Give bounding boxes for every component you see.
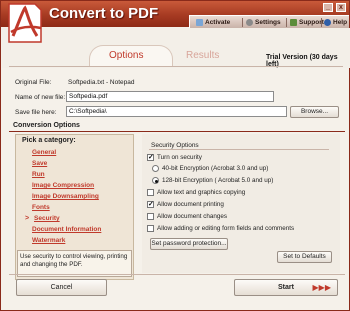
help-button[interactable]: Help [324, 18, 347, 27]
encryption-128-label: 128-bit Encryption ( Acrobat 5.0 and up) [162, 177, 274, 184]
activate-icon [196, 19, 203, 26]
category-security[interactable]: Security [34, 215, 60, 222]
toolbar-divider [286, 18, 287, 27]
divider [149, 149, 329, 150]
browse-button[interactable]: Browse... [290, 106, 339, 118]
original-file-label: Original File: [15, 79, 52, 86]
top-toolbar: Activate Settings Support Help [189, 15, 349, 28]
allow-print-label: Allow document printing [157, 201, 224, 208]
category-document-information[interactable]: Document Information [32, 226, 101, 233]
divider [9, 66, 343, 67]
minimize-button[interactable]: _ [323, 3, 333, 12]
category-heading: Pick a category: [22, 137, 76, 144]
settings-button[interactable]: Settings [246, 18, 281, 27]
checkbox-unchecked [147, 213, 154, 220]
close-button[interactable]: x [336, 3, 346, 12]
support-button[interactable]: Support [290, 18, 324, 27]
conversion-options-heading: Conversion Options [13, 122, 80, 129]
category-image-compression[interactable]: Image Compression [32, 182, 94, 189]
category-watermark[interactable]: Watermark [32, 237, 65, 244]
radio-unselected [152, 165, 159, 172]
app-title: Convert to PDF [49, 5, 159, 22]
checkbox-checked [147, 153, 154, 161]
category-description: Use security to control viewing, printin… [20, 253, 128, 268]
start-button[interactable]: Start ▶▶▶ [234, 279, 338, 296]
category-run[interactable]: Run [32, 171, 45, 178]
allow-print-checkbox[interactable]: Allow document printing [147, 200, 224, 208]
activate-button[interactable]: Activate [196, 18, 230, 27]
toolbar-divider [321, 18, 322, 27]
section-divider [9, 131, 345, 132]
encryption-128-radio[interactable]: 128-bit Encryption ( Acrobat 5.0 and up) [152, 177, 273, 184]
toolbar-divider [242, 18, 243, 27]
allow-forms-label: Allow adding or editing form fields and … [157, 225, 295, 232]
category-image-downsampling[interactable]: Image Downsampling [32, 193, 99, 200]
allow-changes-checkbox[interactable]: Allow document changes [147, 213, 227, 220]
new-name-label: Name of new file: [15, 94, 66, 101]
allow-changes-label: Allow document changes [157, 213, 228, 220]
tab-results[interactable]: Results [186, 50, 219, 61]
app-logo [8, 3, 42, 43]
allow-copy-label: Allow text and graphics copying [157, 189, 246, 196]
checkbox-checked [147, 200, 154, 208]
activate-label: Activate [205, 19, 231, 26]
divider [9, 274, 345, 275]
help-label: Help [333, 19, 348, 26]
set-defaults-button[interactable]: Set to Defaults [277, 251, 332, 263]
selected-arrow-icon: > [25, 215, 30, 222]
save-path-input[interactable]: C:\Softpedia\ [66, 106, 287, 117]
start-arrows-icon: ▶▶▶ [312, 283, 331, 292]
start-label: Start [278, 284, 294, 291]
original-file-value: Softpedia.txt - Notepad [68, 79, 135, 86]
radio-selected [152, 177, 159, 184]
checkbox-unchecked [147, 189, 154, 196]
support-icon [290, 19, 297, 26]
turn-on-security-checkbox[interactable]: Turn on security [147, 153, 202, 161]
category-fonts[interactable]: Fonts [32, 204, 50, 211]
checkbox-unchecked [147, 225, 154, 232]
security-options-heading: Security Options [151, 142, 199, 149]
allow-forms-checkbox[interactable]: Allow adding or editing form fields and … [147, 225, 294, 232]
settings-label: Settings [255, 19, 281, 26]
new-name-input[interactable]: Softpedia.pdf [66, 91, 274, 102]
app-window: Convert to PDF _ x Activate Settings Sup… [0, 0, 350, 311]
tab-options-label: Options [109, 50, 144, 61]
encryption-40-radio[interactable]: 40-bit Encryption (Acrobat 3.0 and up) [152, 165, 268, 172]
cancel-button[interactable]: Cancel [16, 279, 107, 296]
turn-on-security-label: Turn on security [157, 154, 202, 161]
gear-icon [246, 19, 253, 26]
allow-copy-checkbox[interactable]: Allow text and graphics copying [147, 189, 245, 196]
set-password-button[interactable]: Set password protection... [150, 238, 228, 250]
encryption-40-label: 40-bit Encryption (Acrobat 3.0 and up) [162, 165, 269, 172]
save-path-label: Save file here: [15, 109, 57, 116]
category-save[interactable]: Save [32, 160, 47, 167]
help-icon [324, 19, 331, 26]
category-general[interactable]: General [32, 149, 56, 156]
